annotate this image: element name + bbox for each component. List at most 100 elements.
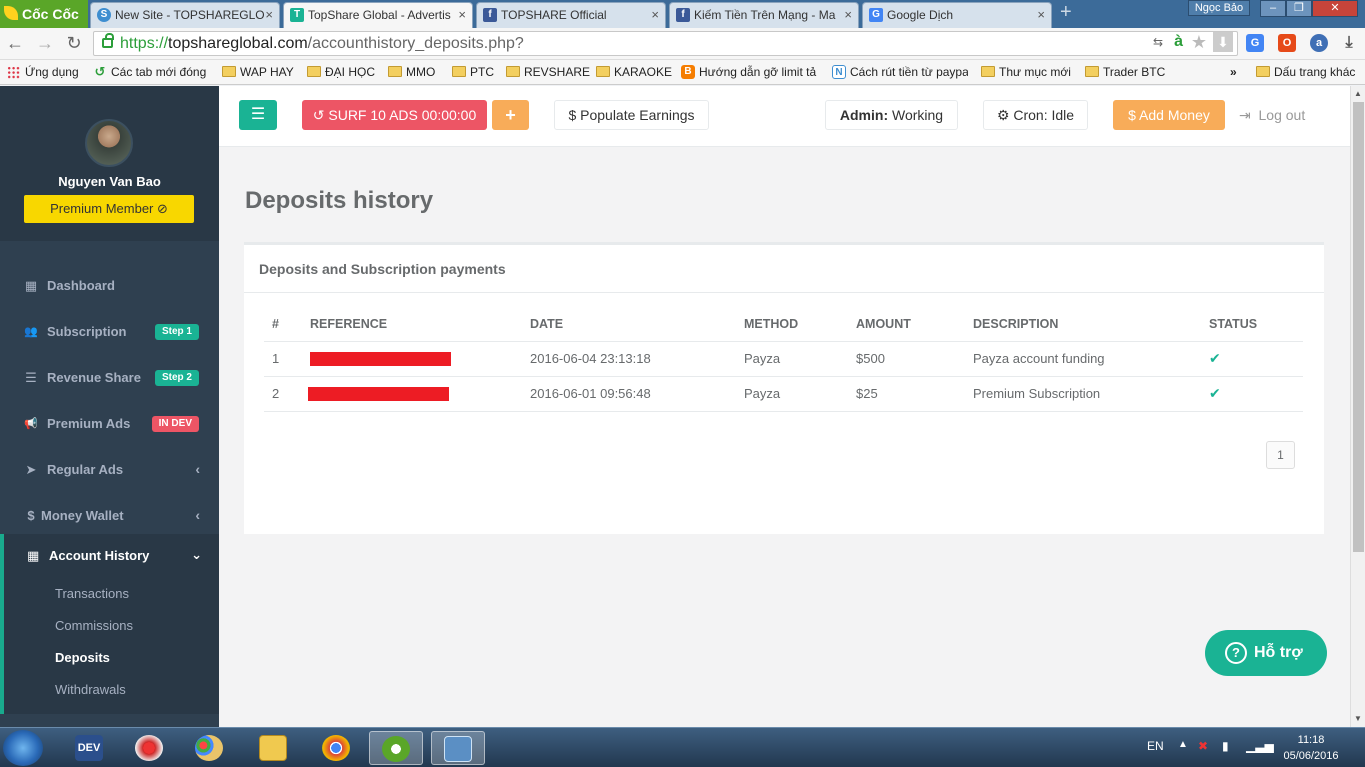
minimize-icon[interactable]: – <box>1260 0 1286 17</box>
start-button[interactable] <box>3 730 43 766</box>
avatar[interactable] <box>85 119 133 167</box>
scrollbar-thumb[interactable] <box>1353 102 1364 552</box>
account-extension-icon[interactable]: a <box>1310 34 1328 52</box>
taskbar-ccleaner[interactable] <box>122 731 176 765</box>
support-button[interactable]: ? Hỗ trợ <box>1205 630 1327 676</box>
reference-cell <box>302 341 522 377</box>
reload-icon[interactable]: ↻ <box>63 33 85 54</box>
status-cell: ✔ <box>1201 341 1303 377</box>
bookmark-folder[interactable]: Trader BTC <box>1085 65 1165 79</box>
sidebar-item-label: Revenue Share <box>47 370 141 385</box>
sidebar-item-label: Account History <box>49 548 150 563</box>
deposits-panel: Deposits and Subscription payments # REF… <box>244 242 1324 534</box>
back-icon[interactable]: ← <box>4 33 26 54</box>
downloads-icon[interactable]: ⤓ <box>1340 34 1358 52</box>
address-bar[interactable]: https://topshareglobal.com/accounthistor… <box>93 31 1238 56</box>
bookmark-link[interactable]: N Cách rút tiền từ paypa <box>832 65 968 79</box>
taskbar-paint[interactable] <box>182 731 236 765</box>
cron-status[interactable]: ⚙ Cron: Idle <box>983 100 1088 130</box>
show-hidden-icons-icon[interactable]: ▲ <box>1178 739 1188 750</box>
redacted-reference <box>310 352 451 367</box>
close-tab-icon[interactable]: × <box>1037 7 1045 22</box>
close-window-icon[interactable]: ✕ <box>1312 0 1358 17</box>
browser-tab-2[interactable]: T TopShare Global - Advertis × <box>283 2 473 28</box>
column-header: DESCRIPTION <box>965 308 1201 342</box>
sidebar-subitem-withdrawals[interactable]: Withdrawals <box>55 682 126 697</box>
browser-tab-5[interactable]: G Google Dịch × <box>862 2 1052 28</box>
sidebar-subitem-deposits[interactable]: Deposits <box>55 650 110 665</box>
taskbar-control-panel[interactable] <box>431 731 485 765</box>
sidebar-item-account-history[interactable]: ▦ Account History ⌄ <box>4 547 219 563</box>
populate-earnings-button[interactable]: $ Populate Earnings <box>554 100 709 130</box>
bookmark-other[interactable]: Dấu trang khác <box>1256 65 1355 79</box>
sidebar-subitem-commissions[interactable]: Commissions <box>55 618 133 633</box>
menu-toggle-button[interactable]: ☰ <box>239 100 277 130</box>
top-navbar: ☰ ↺ SURF 10 ADS 00:00:00 + $ Populate Ea… <box>219 86 1350 147</box>
add-money-button[interactable]: $ Add Money <box>1113 100 1225 130</box>
more-bookmarks-icon[interactable]: » <box>1230 65 1237 79</box>
scroll-down-icon[interactable]: ▼ <box>1354 714 1362 723</box>
plus-button[interactable]: + <box>492 100 529 130</box>
close-tab-icon[interactable]: × <box>841 7 852 22</box>
office-extension-icon[interactable]: O <box>1278 34 1296 52</box>
logout-link[interactable]: ⇥ Log out <box>1239 107 1305 124</box>
clock[interactable]: 11:18 05/06/2016 <box>1276 732 1346 764</box>
scroll-up-icon[interactable]: ▲ <box>1354 89 1362 98</box>
bookmark-folder[interactable]: MMO <box>388 65 435 79</box>
user-name: Nguyen Van Bao <box>58 174 161 189</box>
bookmarks-bar: Ứng dụng ↺ Các tab mới đóng WAP HAY ĐẠI H… <box>0 60 1365 85</box>
battery-icon[interactable]: ▮ <box>1222 739 1229 753</box>
tab-title: TopShare Global - Advertis <box>308 8 451 22</box>
topshare-favicon-icon: T <box>290 8 304 22</box>
bookmark-apps[interactable]: Ứng dụng <box>7 65 79 79</box>
browser-tab-1[interactable]: S New Site - TOPSHAREGLO × <box>90 2 280 28</box>
taskbar-explorer[interactable] <box>246 731 300 765</box>
taskbar-chrome[interactable] <box>309 731 363 765</box>
vietnamese-input-icon[interactable]: à <box>1174 33 1183 51</box>
sidebar-item-premium-ads[interactable]: 📢 Premium Ads IN DEV <box>0 402 219 448</box>
sidebar-item-revenue-share[interactable]: ☰ Revenue Share Step 2 <box>0 356 219 402</box>
maximize-icon[interactable]: ❐ <box>1286 0 1312 17</box>
browser-toolbar: ← → ↻ https://topshareglobal.com/account… <box>0 28 1365 60</box>
google-translate-extension-icon[interactable]: G <box>1246 34 1264 52</box>
browser-tab-4[interactable]: f Kiếm Tiền Trên Mạng - Ma × <box>669 2 859 28</box>
admin-status[interactable]: Admin: Working <box>825 100 958 130</box>
bookmark-folder[interactable]: KARAOKE <box>596 65 672 79</box>
sidebar-subitem-transactions[interactable]: Transactions <box>55 586 129 601</box>
folder-icon <box>981 66 995 77</box>
close-tab-icon[interactable]: × <box>455 7 466 22</box>
signal-icon[interactable]: ▁▃▅ <box>1246 739 1274 753</box>
sidebar-item-subscription[interactable]: 👥 Subscription Step 1 <box>0 310 219 356</box>
gear-icon: ⚙ <box>996 107 1010 123</box>
new-tab-icon[interactable]: + <box>1060 2 1078 22</box>
download-page-icon[interactable]: ⬇ <box>1213 32 1233 52</box>
profile-button[interactable]: Ngọc Bảo <box>1188 0 1250 16</box>
surf-ads-button[interactable]: ↺ SURF 10 ADS 00:00:00 <box>302 100 487 130</box>
language-indicator[interactable]: EN <box>1147 739 1164 753</box>
close-tab-icon[interactable]: × <box>265 7 273 22</box>
bookmark-folder[interactable]: WAP HAY <box>222 65 294 79</box>
close-tab-icon[interactable]: × <box>648 7 659 22</box>
browser-tab-3[interactable]: f TOPSHARE Official × <box>476 2 666 28</box>
bookmark-folder[interactable]: REVSHARE <box>506 65 590 79</box>
network-warning-icon[interactable]: ✖ <box>1198 739 1208 753</box>
coccoc-logo[interactable]: Cốc Cốc <box>0 0 88 28</box>
pagination-page-1[interactable]: 1 <box>1266 441 1295 469</box>
forward-icon[interactable]: → <box>34 33 56 54</box>
bookmark-folder[interactable]: ĐẠI HỌC <box>307 65 375 79</box>
bookmark-folder[interactable]: Thư mục mới <box>981 65 1071 79</box>
star-icon[interactable]: ★ <box>1191 32 1207 53</box>
sidebar-item-regular-ads[interactable]: ➤ Regular Ads ‹ <box>0 448 219 494</box>
bookmark-link[interactable]: B Hướng dẫn gỡ limit tả <box>681 65 818 79</box>
bookmark-recent-tabs[interactable]: ↺ Các tab mới đóng <box>93 65 207 80</box>
taskbar-coccoc[interactable] <box>369 731 423 765</box>
sidebar-item-dashboard[interactable]: ▦ Dashboard <box>0 264 219 310</box>
translate-page-icon[interactable]: ⇆ <box>1153 35 1163 49</box>
premium-member-badge[interactable]: Premium Member ⊘ <box>24 195 194 223</box>
bookmark-folder[interactable]: PTC <box>452 65 494 79</box>
page-scrollbar[interactable]: ▲ ▼ <box>1350 86 1365 727</box>
chevron-down-icon: ⌄ <box>191 547 202 562</box>
taskbar-devcpp[interactable]: DEV <box>62 731 116 765</box>
table-row: 1 2016-06-04 23:13:18 Payza $500 Payza a… <box>264 341 1303 377</box>
folder-icon <box>1085 66 1099 77</box>
